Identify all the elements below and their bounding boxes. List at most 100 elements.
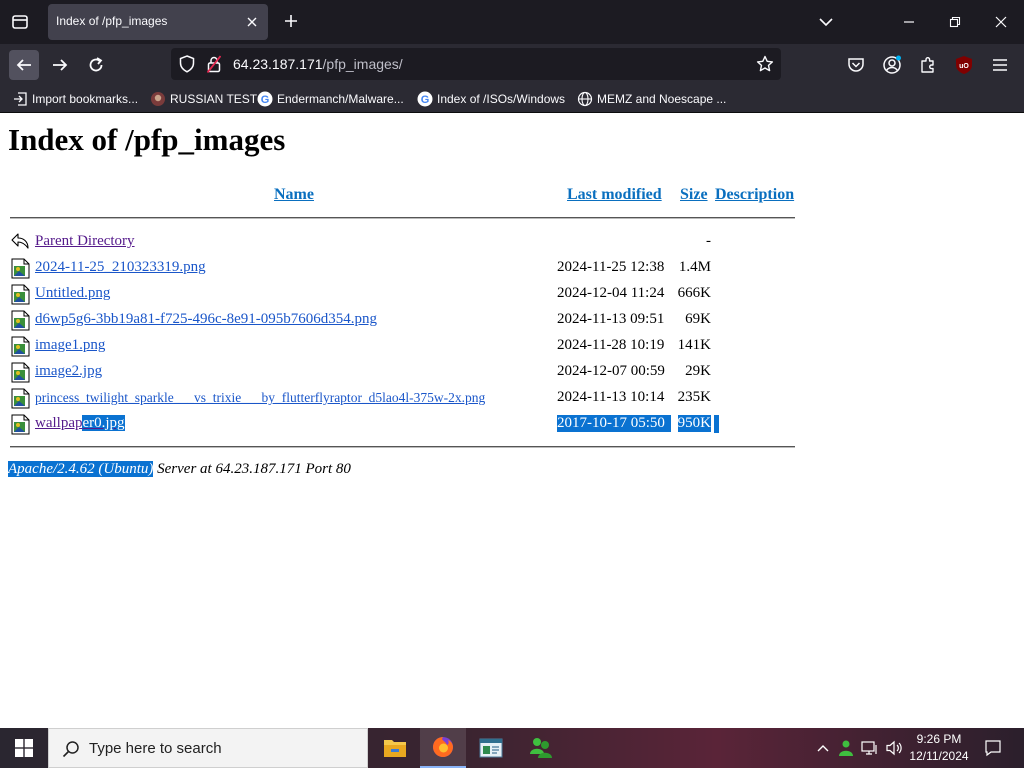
- file-size: 950K: [677, 415, 711, 432]
- file-row: princess_twilight_sparkle___vs_trixie___…: [0, 387, 800, 411]
- bookmark-isos-windows[interactable]: G Index of /ISOs/Windows: [417, 90, 565, 108]
- bookmark-endermanch[interactable]: G Endermanch/Malware...: [257, 90, 404, 108]
- taskbar-search-box[interactable]: Type here to search: [48, 728, 368, 768]
- ublock-origin-button[interactable]: uO: [950, 51, 978, 79]
- star-icon: [756, 55, 774, 72]
- plus-icon: [285, 15, 297, 27]
- tabs-icon: [12, 15, 28, 29]
- forward-button[interactable]: [45, 50, 75, 80]
- back-button[interactable]: [9, 50, 39, 80]
- ublock-icon: uO: [956, 56, 972, 74]
- column-header-description[interactable]: Description: [715, 186, 794, 204]
- notifications-button[interactable]: [978, 728, 1008, 768]
- server-software: Apache/2.4.62 (Ubuntu): [8, 461, 154, 477]
- network-button[interactable]: [859, 728, 881, 768]
- file-link[interactable]: Untitled.png: [35, 285, 110, 302]
- image-file-icon: [11, 310, 30, 331]
- globe-icon: [577, 91, 593, 107]
- bookmark-label: MEMZ and Noescape ...: [597, 92, 727, 106]
- restore-button[interactable]: [932, 0, 978, 44]
- bookmark-russian-test[interactable]: RUSSIAN TEST: [150, 90, 257, 108]
- app-taskbar-button[interactable]: [468, 728, 514, 768]
- minimize-button[interactable]: [886, 0, 932, 44]
- parent-directory-size: -: [706, 233, 711, 249]
- url-text[interactable]: 64.23.187.171/pfp_images/: [233, 56, 403, 72]
- parent-directory-link[interactable]: Parent Directory: [35, 233, 135, 250]
- svg-text:uO: uO: [959, 63, 969, 70]
- server-signature: Apache/2.4.62 (Ubuntu) Server at 64.23.1…: [8, 461, 351, 478]
- windows-logo-icon: [15, 739, 33, 757]
- bookmark-memz[interactable]: MEMZ and Noescape ...: [577, 90, 726, 108]
- arrow-right-icon: [53, 59, 68, 71]
- bookmark-star-button[interactable]: [755, 54, 775, 74]
- file-row: 2024-11-25_210323319.png 2024-11-25 12:3…: [0, 257, 800, 281]
- firefox-taskbar-button[interactable]: [420, 728, 466, 768]
- extensions-button[interactable]: [914, 51, 942, 79]
- file-modified: 2024-11-25 12:38: [557, 259, 665, 275]
- show-hidden-icons-button[interactable]: [812, 728, 834, 768]
- hamburger-menu-icon: [993, 59, 1007, 71]
- column-header-size[interactable]: Size: [680, 186, 708, 204]
- column-header-last-modified[interactable]: Last modified: [567, 186, 662, 204]
- address-bar[interactable]: 64.23.187.171/pfp_images/: [171, 48, 781, 80]
- taskbar: Type here to search 9:26 PM 12/11/2024: [0, 728, 1024, 768]
- bookmark-label: RUSSIAN TEST: [170, 92, 258, 106]
- file-modified: 2024-12-07 00:59: [557, 363, 665, 379]
- file-link[interactable]: d6wp5g6-3bb19a81-f725-496c-8e91-095b7606…: [35, 311, 377, 328]
- close-icon: [247, 17, 257, 27]
- reload-icon: [89, 57, 103, 72]
- account-button[interactable]: [878, 51, 906, 79]
- file-link[interactable]: 2024-11-25_210323319.png: [35, 259, 206, 276]
- tray-user-icon-button[interactable]: [835, 728, 857, 768]
- list-all-tabs-button[interactable]: [812, 8, 840, 36]
- notification-icon: [985, 740, 1001, 757]
- app-menu-button[interactable]: [986, 51, 1014, 79]
- reload-button[interactable]: [81, 50, 111, 80]
- file-size: 1.4M: [678, 259, 711, 275]
- folder-icon: [384, 740, 406, 757]
- footer-divider: [10, 446, 795, 448]
- messenger-taskbar-button[interactable]: [518, 728, 564, 768]
- tracking-protection-icon[interactable]: [177, 54, 197, 74]
- tab-active[interactable]: Index of /pfp_images: [48, 4, 268, 40]
- svg-text:G: G: [421, 94, 430, 106]
- bookmark-import[interactable]: Import bookmarks...: [12, 90, 138, 108]
- clock[interactable]: 9:26 PM 12/11/2024: [900, 731, 978, 765]
- arrow-left-icon: [16, 59, 31, 71]
- file-size: 69K: [685, 311, 711, 327]
- server-info: Server at 64.23.187.171 Port 80: [153, 461, 351, 477]
- pocket-button[interactable]: [842, 51, 870, 79]
- file-row: image1.png 2024-11-28 10:19 141K: [0, 335, 800, 359]
- tab-close-button[interactable]: [242, 12, 262, 32]
- file-link[interactable]: princess_twilight_sparkle___vs_trixie___…: [35, 390, 485, 406]
- svg-text:G: G: [261, 94, 270, 106]
- start-button[interactable]: [0, 728, 48, 768]
- header-divider: [10, 217, 795, 219]
- network-icon: [861, 741, 877, 755]
- image-file-icon: [11, 362, 30, 383]
- file-modified: 2024-11-13 10:14: [557, 389, 665, 405]
- search-icon: [61, 739, 81, 759]
- column-header-name[interactable]: Name: [274, 186, 314, 204]
- image-file-icon: [11, 258, 30, 279]
- google-icon: G: [257, 91, 273, 107]
- insecure-lock-icon[interactable]: [205, 54, 223, 74]
- parent-directory-row: Parent Directory -: [0, 231, 800, 255]
- close-window-button[interactable]: [978, 0, 1024, 44]
- file-link[interactable]: image2.jpg: [35, 363, 102, 380]
- file-link[interactable]: image1.png: [35, 337, 105, 354]
- shield-icon: [179, 55, 195, 73]
- minimize-icon: [904, 21, 914, 23]
- tab-list-button[interactable]: [6, 8, 34, 36]
- close-icon: [995, 16, 1007, 28]
- file-explorer-taskbar-button[interactable]: [372, 728, 418, 768]
- file-link[interactable]: wallpaper0.jpg: [35, 415, 125, 432]
- url-path: /pfp_images/: [322, 56, 403, 72]
- import-icon: [12, 91, 28, 107]
- image-file-icon: [11, 284, 30, 305]
- new-tab-button[interactable]: [278, 8, 304, 34]
- page-content: Index of /pfp_images Name Last modified …: [0, 113, 1024, 728]
- selection-tail: [714, 415, 719, 433]
- firefox-icon: [433, 737, 453, 757]
- back-arrow-icon: [11, 233, 29, 249]
